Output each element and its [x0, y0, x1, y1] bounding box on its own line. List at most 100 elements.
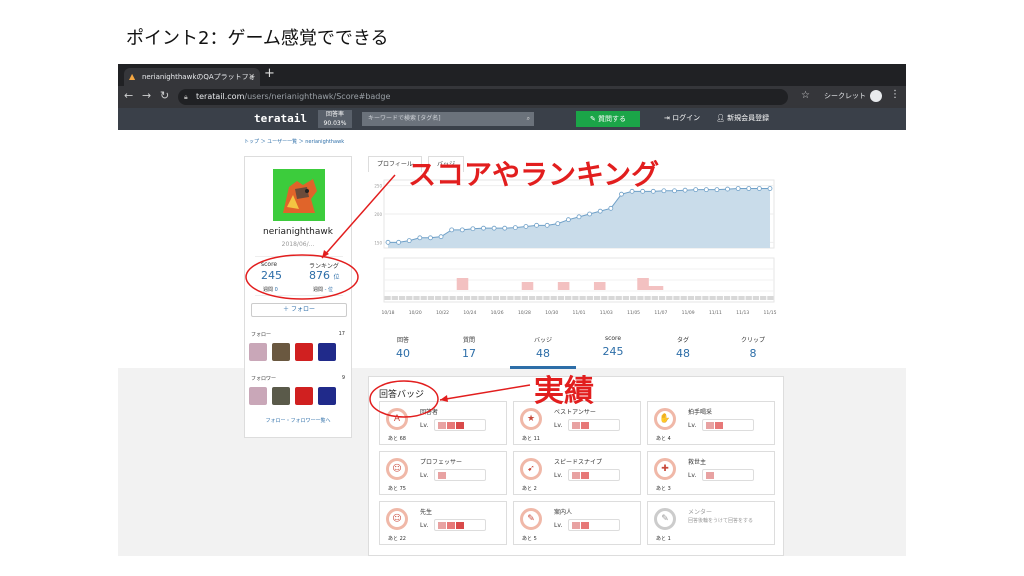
- annotation-ranking: スコアやランキング: [408, 158, 660, 191]
- badge-card[interactable]: A 回答者 Lv. あと 68: [379, 401, 507, 445]
- score-point[interactable]: [502, 225, 508, 231]
- badge-card[interactable]: ➹ スピードスナイプ Lv. あと 2: [513, 451, 641, 495]
- follow-button[interactable]: ＋ フォロー: [251, 303, 347, 317]
- score-point[interactable]: [587, 211, 593, 217]
- badge-name: スピードスナイプ: [554, 459, 603, 466]
- score-point[interactable]: [735, 186, 741, 191]
- score-point[interactable]: [565, 217, 571, 223]
- score-point[interactable]: [714, 187, 720, 193]
- bookmark-star-icon[interactable]: ☆: [801, 90, 810, 101]
- score-point[interactable]: [608, 205, 614, 211]
- avatar[interactable]: [318, 387, 336, 405]
- score-point[interactable]: [534, 222, 539, 228]
- score-point[interactable]: [449, 227, 455, 233]
- ask-question-button[interactable]: ✎ 質問する: [576, 111, 640, 127]
- badge-card[interactable]: ✎ 案内人 Lv. あと 5: [513, 501, 641, 545]
- incognito-icon[interactable]: [870, 90, 882, 102]
- stat-score[interactable]: score 245: [578, 335, 648, 358]
- badge-icon: ✋: [654, 408, 676, 430]
- stat-answers[interactable]: 回答 40: [368, 335, 438, 360]
- score-point[interactable]: [661, 188, 667, 194]
- activity-bar[interactable]: [651, 286, 664, 290]
- score-point[interactable]: [767, 186, 773, 191]
- stat-questions[interactable]: 質問 17: [434, 335, 504, 360]
- score-point[interactable]: [481, 225, 486, 231]
- login-link[interactable]: ⇥ ログイン: [664, 113, 700, 123]
- avatar[interactable]: [272, 343, 290, 361]
- stat-value: 8: [749, 347, 757, 360]
- badge-card[interactable]: ✋ 拍手喝采 Lv. あと 4: [647, 401, 775, 445]
- score-point[interactable]: [491, 225, 497, 231]
- avatar[interactable]: [295, 343, 313, 361]
- score-point[interactable]: [438, 234, 444, 240]
- score-point[interactable]: [544, 222, 550, 228]
- badge-level-segment: [456, 422, 464, 429]
- score-point[interactable]: [693, 187, 699, 193]
- baseline-bar: [608, 296, 615, 300]
- score-point[interactable]: [417, 235, 423, 241]
- browser-tab[interactable]: ▲ nerianighthawkのQAプラットフォ ✕: [124, 68, 260, 86]
- badge-card[interactable]: ✚ 救世主 Lv. あと 3: [647, 451, 775, 495]
- stat-tags[interactable]: タグ 48: [648, 335, 718, 360]
- stat-label: クリップ: [740, 337, 765, 344]
- url-input[interactable]: 🔒︎ teratail.com/users/nerianighthawk/Sco…: [178, 89, 788, 105]
- ranking-value[interactable]: 876 位: [309, 269, 340, 282]
- breadcrumb[interactable]: トップ ＞ ユーザー一覧 ＞ nerianighthawk: [244, 138, 344, 145]
- search-icon[interactable]: ⌕: [527, 112, 530, 126]
- score-point[interactable]: [703, 187, 709, 193]
- avatar[interactable]: [249, 387, 267, 405]
- badge-level-segment: [581, 522, 589, 529]
- score-point[interactable]: [576, 214, 582, 220]
- score-point[interactable]: [385, 239, 391, 245]
- score-point[interactable]: [756, 186, 762, 191]
- badge-level-label: Lv.: [420, 472, 429, 479]
- activity-bar[interactable]: [521, 282, 534, 290]
- stat-clips[interactable]: クリップ 8: [718, 335, 788, 360]
- stat-label: 質問: [462, 337, 475, 344]
- avatar[interactable]: [318, 343, 336, 361]
- score-point[interactable]: [470, 226, 476, 232]
- reload-icon[interactable]: ↻: [160, 89, 169, 102]
- new-tab-icon[interactable]: +: [264, 66, 275, 81]
- score-point[interactable]: [725, 186, 730, 192]
- x-tick-label: 10/26: [491, 310, 504, 316]
- badge-card[interactable]: ☺ 先生 Lv. あと 22: [379, 501, 507, 545]
- baseline-bar: [427, 296, 435, 300]
- badge-card[interactable]: ✎ メンター 回答後輪をうけて回答をする あと 1: [647, 501, 775, 545]
- badge-card[interactable]: ☺ プロフェッサー Lv. あと 75: [379, 451, 507, 495]
- activity-bar[interactable]: [557, 282, 570, 290]
- badge-level-label: Lv.: [420, 422, 429, 429]
- score-point[interactable]: [428, 235, 433, 241]
- x-tick-label: 10/24: [463, 310, 476, 316]
- forward-icon[interactable]: →: [142, 89, 151, 102]
- score-point[interactable]: [672, 188, 677, 194]
- avatar[interactable]: [272, 387, 290, 405]
- score-point[interactable]: [512, 225, 518, 230]
- score-point[interactable]: [555, 221, 561, 227]
- badge-remaining: あと 22: [388, 536, 406, 542]
- badge-level-bar: [434, 469, 486, 481]
- menu-dots-icon[interactable]: ⋮: [890, 89, 900, 100]
- score-point[interactable]: [406, 238, 412, 244]
- score-point[interactable]: [459, 227, 465, 233]
- site-logo[interactable]: teratail: [254, 112, 307, 125]
- activity-bar[interactable]: [593, 282, 606, 290]
- back-icon[interactable]: ←: [124, 89, 133, 102]
- score-chart: 250 200 150 10/18 10/20 10/22 10/24 10/26 10/28 1…: [374, 179, 777, 316]
- avatar[interactable]: [249, 343, 267, 361]
- badge-icon: A: [386, 408, 408, 430]
- follow-list-link[interactable]: フォロー・フォロワー一覧へ: [245, 417, 351, 424]
- score-point[interactable]: [523, 224, 529, 229]
- score-point[interactable]: [396, 239, 402, 245]
- search-input[interactable]: キーワードで検索 [タグ名] ⌕: [362, 112, 534, 126]
- baseline-bar: [630, 296, 637, 300]
- score-point[interactable]: [682, 187, 688, 193]
- avatar[interactable]: [295, 387, 313, 405]
- stat-badges[interactable]: バッジ 48: [508, 335, 578, 360]
- close-icon[interactable]: ✕: [248, 68, 255, 86]
- score-value[interactable]: 245: [261, 269, 282, 282]
- signup-link[interactable]: 👤︎ 新規会員登録: [716, 113, 769, 123]
- score-point[interactable]: [597, 208, 603, 214]
- activity-bar[interactable]: [456, 278, 469, 290]
- score-point[interactable]: [746, 186, 752, 191]
